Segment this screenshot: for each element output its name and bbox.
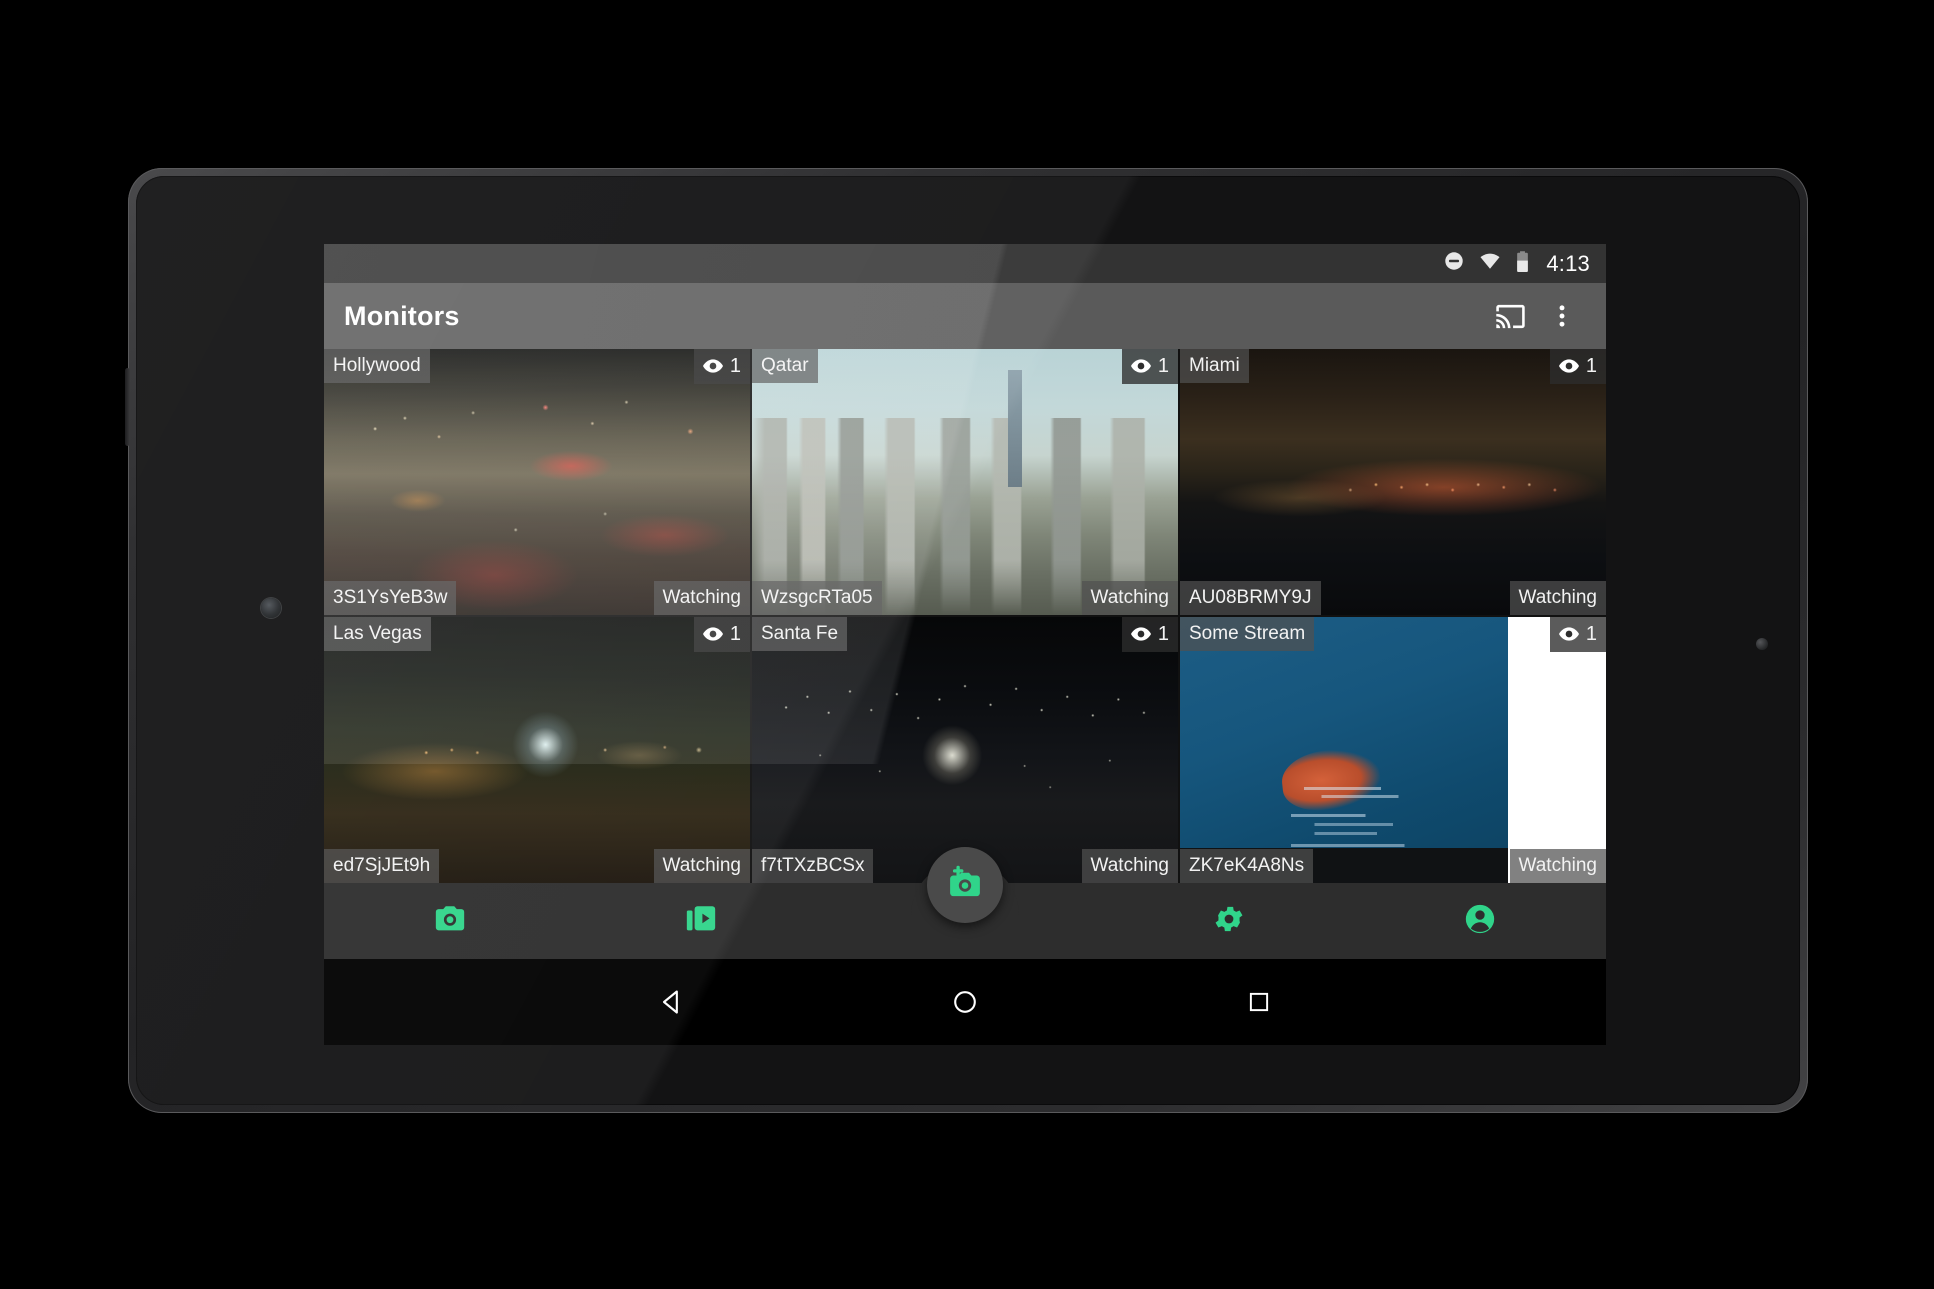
back-triangle-icon[interactable] (631, 972, 711, 1032)
wifi-icon (1478, 250, 1502, 277)
front-camera-lens (261, 598, 281, 618)
monitor-id: f7tTXzBCSx (752, 849, 874, 883)
viewer-count: 1 (1157, 623, 1169, 645)
monitor-name: Miami (1180, 349, 1249, 383)
monitor-tile[interactable]: Las Vegas 1 ed7SjJEt9h Watching (324, 617, 750, 883)
monitor-tile[interactable]: Miami 1 AU08BRMY9J Watching (1180, 349, 1606, 615)
viewer-count: 1 (1585, 623, 1597, 645)
monitor-status: Watching (1081, 849, 1178, 883)
camera-thumbnail (1180, 349, 1606, 615)
do-not-disturb-icon (1443, 250, 1465, 277)
monitor-status: Watching (1509, 849, 1606, 883)
status-bar-clock: 4:13 (1546, 250, 1590, 276)
viewer-count-badge: 1 (1121, 349, 1178, 384)
device-sensor-dot (1756, 638, 1768, 650)
eye-icon (702, 359, 723, 373)
camera-thumbnail (324, 617, 750, 883)
home-circle-icon[interactable] (925, 972, 1005, 1032)
camera-icon (433, 902, 467, 941)
bottom-nav-camera[interactable] (324, 883, 575, 959)
camera-thumbnail (1180, 617, 1606, 883)
battery-icon (1515, 250, 1530, 278)
bottom-nav-settings[interactable] (1103, 883, 1354, 959)
cast-icon[interactable] (1484, 290, 1536, 342)
video-library-icon (684, 902, 718, 941)
camera-thumbnail (752, 617, 1178, 883)
more-options-icon[interactable] (1536, 290, 1588, 342)
viewer-count-badge: 1 (1121, 617, 1178, 652)
monitor-name: Las Vegas (324, 617, 431, 651)
monitor-id: ZK7eK4A8Ns (1180, 849, 1314, 883)
eye-icon (1558, 359, 1579, 373)
viewer-count: 1 (729, 355, 741, 377)
eye-icon (1130, 627, 1151, 641)
monitor-tile[interactable]: Some Stream 1 ZK7eK4A8Ns Watching (1180, 617, 1606, 883)
viewer-count-badge: 1 (1549, 617, 1606, 652)
monitor-id: 3S1YsYeB3w (324, 581, 457, 615)
eye-icon (702, 627, 723, 641)
monitor-name: Qatar (752, 349, 818, 383)
viewer-count-badge: 1 (1549, 349, 1606, 384)
monitor-status: Watching (653, 849, 750, 883)
eye-icon (1130, 359, 1151, 373)
app-bar: Monitors (324, 283, 1606, 349)
add-camera-icon (946, 864, 984, 907)
stream-text-block-upper (1303, 787, 1415, 814)
monitor-id: AU08BRMY9J (1180, 581, 1321, 615)
viewer-count: 1 (1585, 355, 1597, 377)
monitor-tile[interactable]: Santa Fe 1 f7tTXzBCSx Watching (752, 617, 1178, 883)
tablet-screen: 4:13 Monitors Hollywood 1 3S1YsYeB3w Wat… (324, 244, 1606, 1045)
eye-icon (1558, 627, 1579, 641)
bottom-nav-account[interactable] (1355, 883, 1606, 959)
stream-white-panel (1508, 617, 1606, 883)
bottom-app-bar (324, 847, 1606, 959)
monitor-status: Watching (1081, 581, 1178, 615)
monitor-status: Watching (653, 581, 750, 615)
viewer-count-badge: 1 (693, 617, 750, 652)
settings-gear-icon (1212, 902, 1246, 941)
viewer-count: 1 (1157, 355, 1169, 377)
monitor-id: ed7SjJEt9h (324, 849, 440, 883)
android-navigation-bar (324, 959, 1606, 1045)
monitor-id: WzsgcRTa05 (752, 581, 882, 615)
power-button[interactable] (125, 368, 130, 446)
monitor-name: Santa Fe (752, 617, 848, 651)
account-person-icon (1463, 902, 1497, 941)
status-bar: 4:13 (324, 244, 1606, 283)
bottom-nav-video-library[interactable] (575, 883, 826, 959)
camera-thumbnail (324, 349, 750, 615)
monitor-tile[interactable]: Qatar 1 WzsgcRTa05 Watching (752, 349, 1178, 615)
page-title: Monitors (344, 300, 460, 331)
monitor-name: Hollywood (324, 349, 430, 383)
viewer-count: 1 (729, 623, 741, 645)
recents-square-icon[interactable] (1219, 972, 1299, 1032)
add-camera-fab[interactable] (927, 847, 1003, 923)
monitor-tile[interactable]: Hollywood 1 3S1YsYeB3w Watching (324, 349, 750, 615)
monitor-grid: Hollywood 1 3S1YsYeB3w Watching Qatar 1 (324, 349, 1606, 883)
monitor-name: Some Stream (1180, 617, 1315, 651)
monitor-status: Watching (1509, 581, 1606, 615)
camera-thumbnail (752, 349, 1178, 615)
viewer-count-badge: 1 (693, 349, 750, 384)
